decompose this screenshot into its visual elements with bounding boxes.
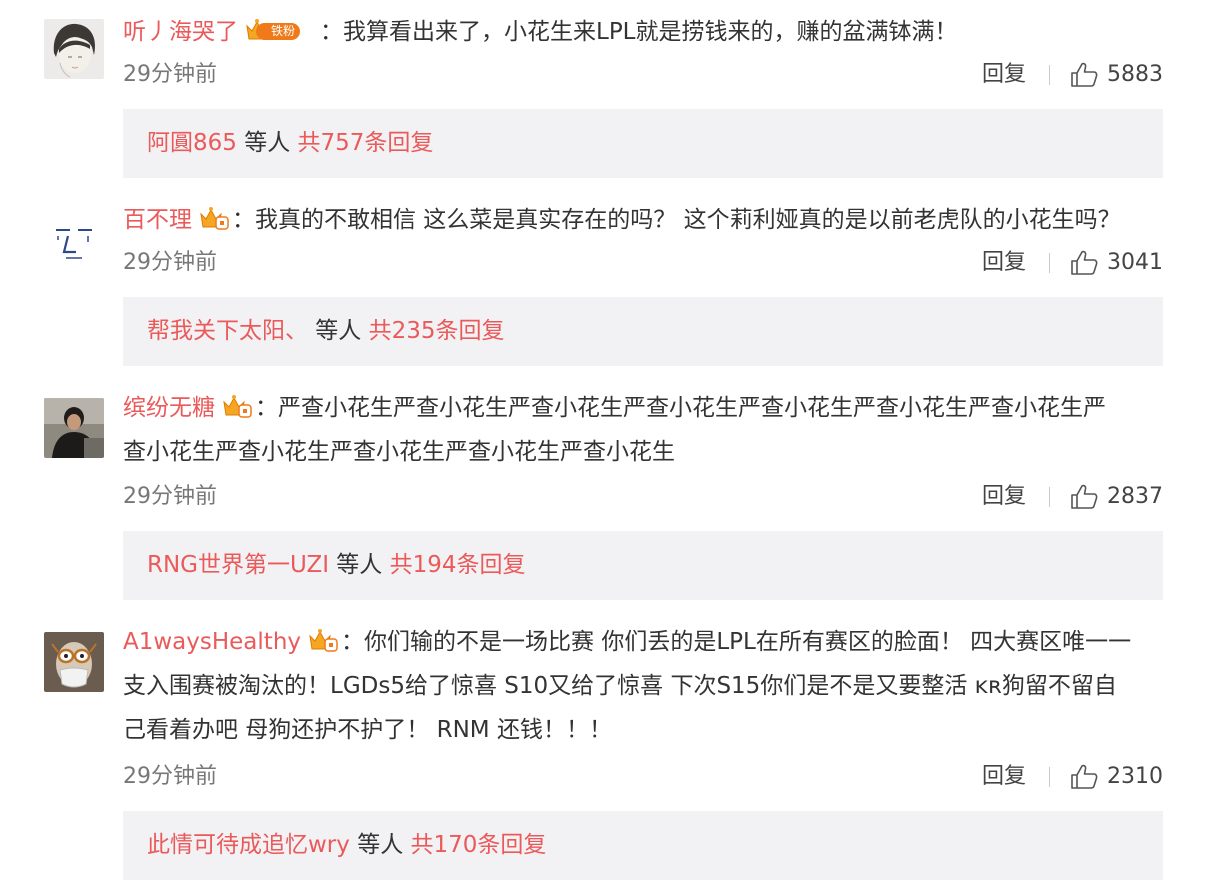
- reply-summary-bar[interactable]: 此情可待成追忆wry 等人 共170条回复: [123, 811, 1163, 880]
- total-replies-link[interactable]: 共757条回复: [298, 130, 434, 156]
- reply-user-link[interactable]: 此情可待成追忆wry: [147, 832, 350, 858]
- separator: ：: [255, 395, 278, 421]
- comment-text: 己看着办吧 母狗还护不护了！ RNM 还钱！！！: [123, 717, 612, 743]
- comment-time: 29分钟前: [123, 484, 217, 509]
- comment-text-line: 百不理 ：我真的不敢相信 这么菜是真实存在的吗？ 这个莉利娅真的是以前老虎队的小…: [123, 198, 1163, 242]
- thumbs-up-icon[interactable]: [1070, 62, 1098, 88]
- thumbs-up-icon[interactable]: [1070, 250, 1098, 276]
- comment-time: 29分钟前: [123, 250, 217, 275]
- comment-text: 我真的不敢相信 这么菜是真实存在的吗？ 这个莉利娅真的是以前老虎队的小花生吗？: [255, 207, 1121, 233]
- vip-badge: [221, 393, 253, 419]
- comment-time: 29分钟前: [123, 764, 217, 789]
- comment-meta: 29分钟前 回复 5883: [123, 60, 1163, 90]
- comment-text: 我算看出来了，小花生来LPL就是捞钱来的，赚的盆满钵满！: [343, 19, 958, 45]
- username-link[interactable]: 百不理: [123, 207, 192, 233]
- like-count: 5883: [1107, 62, 1163, 87]
- comment-text: 你们输的不是一场比赛 你们丢的是LPL在所有赛区的脸面！ 四大赛区唯一一: [364, 629, 1132, 655]
- like-count: 2837: [1107, 484, 1163, 509]
- reply-user-link[interactable]: 阿圓865: [147, 130, 237, 156]
- separator: ：: [320, 19, 343, 45]
- username-link[interactable]: 缤纷无糖: [123, 395, 215, 421]
- comment-text-line: 查小花生严查小花生严查小花生严查小花生严查小花生: [123, 430, 1163, 474]
- comment-list: 听丿海哭了 铁粉 ：我算看出来了，小花生来LPL就是捞钱来的，赚的盆满钵满！ 2…: [0, 0, 1206, 892]
- comment-text: 支入围赛被淘汰的！LGDs5给了惊喜 S10又给了惊喜 下次S15你们是不是又要…: [123, 673, 1117, 699]
- reply-user-link[interactable]: 帮我关下太阳、: [147, 318, 308, 344]
- comment-text-line: 己看着办吧 母狗还护不护了！ RNM 还钱！！！: [123, 708, 1163, 752]
- separator: ：: [232, 207, 255, 233]
- like-count: 3041: [1107, 250, 1163, 275]
- username-link[interactable]: A1waysHealthy: [123, 629, 301, 655]
- reply-middle-text: 等人: [236, 130, 298, 156]
- reply-middle-text: 等人: [328, 552, 390, 578]
- divider: [1049, 767, 1050, 787]
- fan-badge: 铁粉: [244, 17, 318, 43]
- total-replies-link[interactable]: 共170条回复: [411, 832, 547, 858]
- separator: ：: [341, 629, 365, 655]
- avatar[interactable]: [44, 19, 104, 79]
- total-replies-link[interactable]: 共194条回复: [390, 552, 526, 578]
- crown-icon: [309, 629, 338, 652]
- reply-summary-bar[interactable]: 帮我关下太阳、 等人 共235条回复: [123, 297, 1163, 366]
- reply-middle-text: 等人: [349, 832, 411, 858]
- crown-icon: [223, 395, 252, 418]
- divider: [1049, 487, 1050, 507]
- comment-text-line: 听丿海哭了 铁粉 ：我算看出来了，小花生来LPL就是捞钱来的，赚的盆满钵满！: [123, 10, 1163, 54]
- comment-text: 查小花生严查小花生严查小花生严查小花生严查小花生: [123, 439, 675, 465]
- comment-text-line: 缤纷无糖 ：严查小花生严查小花生严查小花生严查小花生严查小花生严查小花生严查小花…: [123, 386, 1163, 430]
- comment-text: 严查小花生严查小花生严查小花生严查小花生严查小花生严查小花生严查小花生严: [278, 395, 1106, 421]
- thumbs-up-icon[interactable]: [1070, 764, 1098, 790]
- reply-button[interactable]: 回复: [982, 762, 1026, 792]
- reply-summary-bar[interactable]: 阿圓865 等人 共757条回复: [123, 109, 1163, 178]
- comment-meta: 29分钟前 回复 2837: [123, 482, 1163, 512]
- reply-user-link[interactable]: RNG世界第一UZI: [147, 552, 329, 578]
- comment-time: 29分钟前: [123, 62, 217, 87]
- reply-middle-text: 等人: [308, 318, 369, 344]
- total-replies-link[interactable]: 共235条回复: [369, 318, 505, 344]
- avatar[interactable]: [44, 632, 104, 692]
- username-link[interactable]: 听丿海哭了: [123, 19, 238, 45]
- badge-label: 铁粉: [256, 23, 301, 40]
- avatar[interactable]: [44, 210, 104, 270]
- divider: [1049, 65, 1050, 85]
- comment-text-line: 支入围赛被淘汰的！LGDs5给了惊喜 S10又给了惊喜 下次S15你们是不是又要…: [123, 664, 1163, 708]
- thumbs-up-icon[interactable]: [1070, 484, 1098, 510]
- avatar[interactable]: [44, 398, 104, 458]
- reply-button[interactable]: 回复: [982, 60, 1026, 90]
- reply-button[interactable]: 回复: [982, 248, 1026, 278]
- divider: [1049, 253, 1050, 273]
- comment-text-line: A1waysHealthy ：你们输的不是一场比赛 你们丢的是LPL在所有赛区的…: [123, 620, 1163, 664]
- reply-button[interactable]: 回复: [982, 482, 1026, 512]
- vip-badge: [198, 205, 230, 231]
- comment-meta: 29分钟前 回复 3041: [123, 248, 1163, 278]
- vip-badge: [307, 627, 339, 653]
- crown-icon: [200, 207, 229, 230]
- comment-meta: 29分钟前 回复 2310: [123, 762, 1163, 792]
- reply-summary-bar[interactable]: RNG世界第一UZI 等人 共194条回复: [123, 531, 1163, 600]
- like-count: 2310: [1107, 764, 1163, 789]
